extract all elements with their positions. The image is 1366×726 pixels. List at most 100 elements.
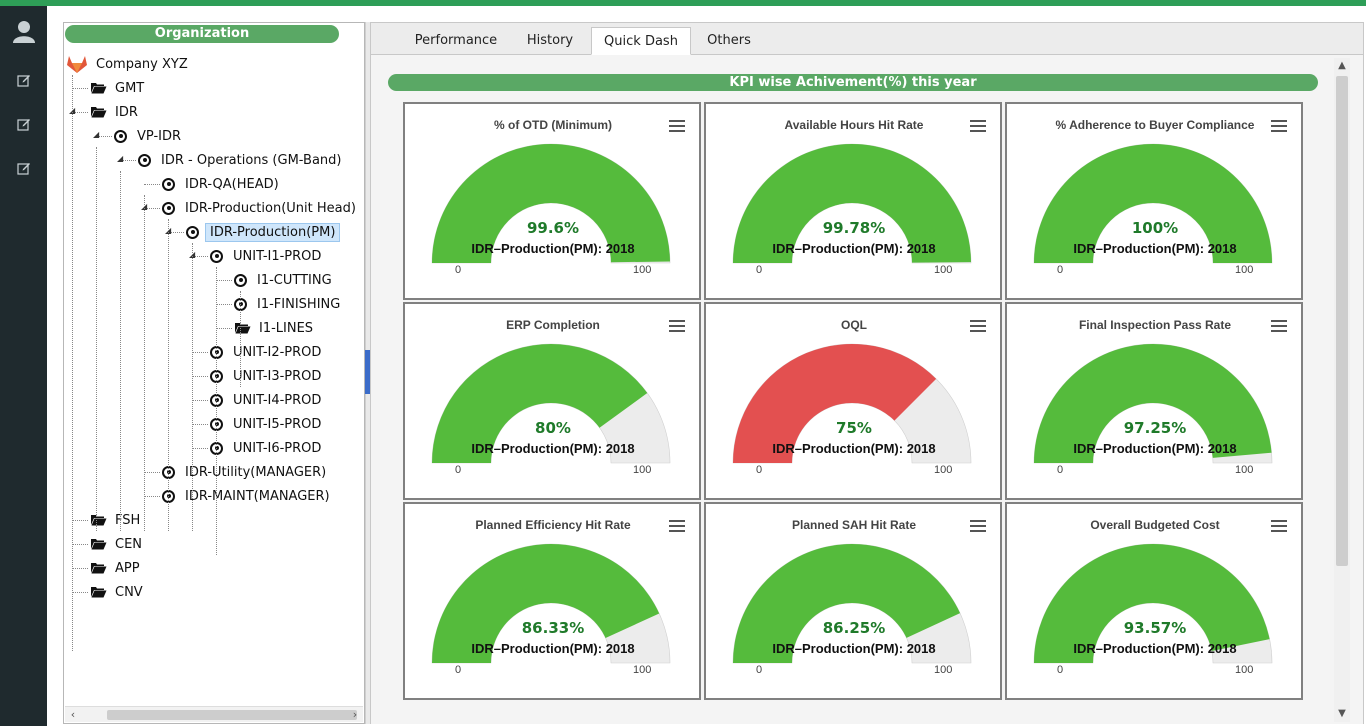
kpi-gauge-card: % of OTD (Minimum) 99.6% IDR–Production(PM…: [403, 102, 701, 300]
tree-node[interactable]: IDR-QA(HEAD): [162, 173, 283, 195]
edit-icon[interactable]: [0, 62, 47, 98]
tree-node[interactable]: GMT: [90, 77, 148, 99]
edit-icon[interactable]: [0, 150, 47, 186]
gauge-min-label: 0: [756, 664, 763, 676]
company-logo-icon: [66, 54, 88, 74]
folder-open-icon: [234, 322, 251, 334]
tree-node[interactable]: IDR-Production(PM): [186, 221, 341, 243]
kpi-gauge-card: OQL 75% IDR–Production(PM): 2018 0 100: [704, 302, 1002, 500]
tree-horizontal-scrollbar[interactable]: ‹ ›: [65, 706, 363, 722]
tree-node-label: IDR-Production(Unit Head): [185, 200, 356, 216]
tree-node[interactable]: UNIT-I5-PROD: [210, 413, 325, 435]
collapse-arrow-icon[interactable]: ◢: [189, 250, 199, 259]
hamburger-menu-icon[interactable]: [970, 320, 986, 332]
tree-connector: [72, 75, 73, 651]
tree-connector: [168, 219, 169, 531]
scroll-up-icon[interactable]: ▲: [1334, 58, 1350, 74]
collapse-arrow-icon[interactable]: ◢: [93, 130, 103, 139]
tree-node[interactable]: IDR-Production(Unit Head): [162, 197, 360, 219]
tree-node[interactable]: IDR: [90, 101, 142, 123]
folder-open-icon: [90, 514, 107, 526]
tree-connector: [96, 147, 97, 531]
tree-node-label: IDR: [115, 104, 138, 120]
tree-node[interactable]: UNIT-I2-PROD: [210, 341, 325, 363]
tree-connector: [144, 195, 145, 531]
tree-node-label: APP: [115, 560, 140, 576]
gauge-value: 75%: [836, 419, 872, 437]
kpi-card-title: Planned SAH Hit Rate: [791, 518, 917, 532]
gauge-value: 93.57%: [1123, 619, 1187, 637]
tree-connector: [192, 243, 193, 531]
user-icon[interactable]: [0, 14, 47, 50]
collapse-arrow-icon[interactable]: ◢: [69, 106, 79, 115]
organization-tree-panel: Organization Company XYZ GMT ◢ IDR ◢ VP-IDR ◢…: [63, 22, 365, 724]
collapse-arrow-icon[interactable]: ◢: [117, 154, 127, 163]
scroll-down-icon[interactable]: ▼: [1334, 706, 1350, 722]
tree-node[interactable]: IDR-MAINT(MANAGER): [162, 485, 334, 507]
organization-header: Organization: [65, 25, 339, 43]
scroll-right-icon[interactable]: ›: [347, 707, 363, 723]
tree-node-label: IDR-Utility(MANAGER): [185, 464, 327, 480]
folder-open-icon: [90, 586, 107, 598]
tree-connector: [144, 184, 160, 185]
kpi-card-title: Final Inspection Pass Rate: [1078, 318, 1232, 332]
gauge-subtitle: IDR–Production(PM): 2018: [1073, 441, 1237, 456]
hamburger-menu-icon[interactable]: [970, 520, 986, 532]
tab-performance[interactable]: Performance: [403, 27, 509, 55]
gauge-value: 100%: [1131, 219, 1179, 237]
tree-node[interactable]: I1-CUTTING: [234, 269, 336, 291]
tab-others[interactable]: Others: [693, 27, 765, 55]
hamburger-menu-icon[interactable]: [669, 320, 685, 332]
scroll-left-icon[interactable]: ‹: [65, 707, 81, 723]
hamburger-menu-icon[interactable]: [970, 120, 986, 132]
tree-connector: [216, 267, 217, 555]
tree-node[interactable]: IDR-Utility(MANAGER): [162, 461, 330, 483]
tree-connector: [192, 352, 208, 353]
org-unit-icon: [162, 201, 175, 215]
tree-node[interactable]: APP: [90, 557, 144, 579]
gauge-max-label: 100: [934, 664, 953, 676]
tree-node[interactable]: CEN: [90, 533, 146, 555]
scrollbar-thumb[interactable]: [107, 710, 357, 720]
scrollbar-thumb[interactable]: [1336, 76, 1348, 566]
top-accent-bar: [0, 0, 1366, 6]
tree-node[interactable]: UNIT-I1-PROD: [210, 245, 325, 267]
collapse-arrow-icon[interactable]: ◢: [141, 202, 151, 211]
tree-node[interactable]: UNIT-I4-PROD: [210, 389, 325, 411]
gauge-value: 99.6%: [526, 219, 580, 237]
kpi-gauge-card: ERP Completion 80% IDR–Production(PM): 201…: [403, 302, 701, 500]
tree-node[interactable]: I1-FINISHING: [234, 293, 344, 315]
org-unit-icon: [210, 249, 223, 263]
tree-node[interactable]: CNV: [90, 581, 147, 603]
gauge-min-label: 0: [455, 264, 462, 276]
gauge-value: 99.78%: [822, 219, 886, 237]
tree-node-label: IDR-Production(PM): [205, 222, 341, 242]
gauge-min-label: 0: [1057, 664, 1064, 676]
tree-node-label: IDR-QA(HEAD): [185, 176, 279, 192]
kpi-gauge-card: Available Hours Hit Rate 99.78% IDR–Produc…: [704, 102, 1002, 300]
collapse-arrow-icon[interactable]: ◢: [165, 226, 175, 235]
hamburger-menu-icon[interactable]: [669, 520, 685, 532]
tree-root[interactable]: Company XYZ: [66, 53, 192, 75]
hamburger-menu-icon[interactable]: [669, 120, 685, 132]
hamburger-menu-icon[interactable]: [1271, 520, 1287, 532]
tree-connector: [216, 304, 232, 305]
gauge-subtitle: IDR–Production(PM): 2018: [772, 641, 936, 656]
hamburger-menu-icon[interactable]: [1271, 120, 1287, 132]
kpi-card-title: % of OTD (Minimum): [494, 118, 612, 132]
org-unit-icon: [186, 225, 199, 239]
tree-node[interactable]: UNIT-I6-PROD: [210, 437, 325, 459]
tree-node[interactable]: IDR - Operations (GM-Band): [138, 149, 345, 171]
tree-node-label: CNV: [115, 584, 143, 600]
tree-node-label: UNIT-I1-PROD: [233, 248, 322, 264]
content-vertical-scrollbar[interactable]: ▲ ▼: [1334, 58, 1350, 722]
tree-connector: [72, 520, 88, 521]
hamburger-menu-icon[interactable]: [1271, 320, 1287, 332]
tree-node[interactable]: FSH: [90, 509, 144, 531]
edit-icon[interactable]: [0, 106, 47, 142]
tree-node[interactable]: UNIT-I3-PROD: [210, 365, 325, 387]
tab-quick-dash[interactable]: Quick Dash: [591, 27, 691, 55]
tab-history[interactable]: History: [511, 27, 589, 55]
tree-node[interactable]: I1-LINES: [234, 317, 317, 339]
tree-node[interactable]: VP-IDR: [114, 125, 185, 147]
